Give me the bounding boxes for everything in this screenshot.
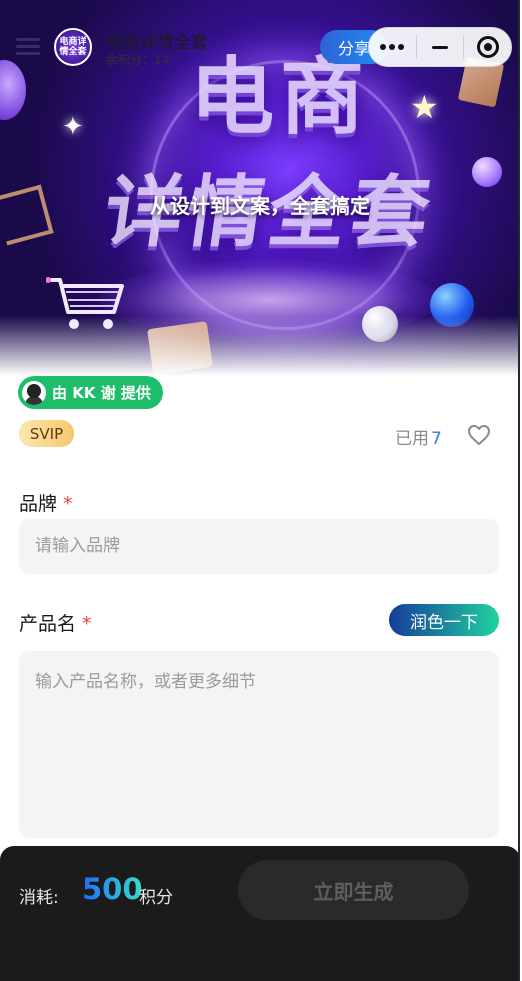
brand-label: 品牌 * <box>19 489 73 516</box>
more-dots-icon[interactable] <box>369 28 416 66</box>
brand-label-text: 品牌 <box>19 493 58 515</box>
heart-outline-icon[interactable] <box>467 424 491 446</box>
product-label-text: 产品名 <box>19 613 77 635</box>
minimize-icon[interactable] <box>417 28 464 66</box>
decor-purple-ring <box>0 60 26 120</box>
sparkle-star-icon: ✦ <box>62 112 84 142</box>
used-label: 已用 <box>395 429 429 449</box>
provider-avatar <box>22 380 46 405</box>
required-mark: * <box>82 613 92 635</box>
provider-badge[interactable]: 由 KK 谢 提供 <box>18 376 163 409</box>
cost-value: 500 <box>82 872 143 906</box>
product-placeholder: 输入产品名称，或者更多细节 <box>35 672 256 692</box>
cost-label: 消耗: <box>19 888 59 908</box>
decor-ball-icon <box>472 157 502 187</box>
provider-label: 由 KK 谢 提供 <box>52 384 151 402</box>
brand-input[interactable]: 请输入品牌 <box>19 519 499 574</box>
miniprogram-capsule <box>368 27 512 67</box>
usage-count: 已用 7 <box>395 424 442 449</box>
app-frame: ✦ ★ 电商 详情全套 从设计到文案，全套搞定 电商详情全套 电商详情全套 余积… <box>0 0 520 981</box>
svip-badge: SVIP <box>19 420 74 447</box>
product-textarea[interactable]: 输入产品名称，或者更多细节 <box>19 651 499 838</box>
brand-placeholder: 请输入品牌 <box>35 536 120 556</box>
remaining-points: 余积分：14 <box>106 53 170 67</box>
hero-fade <box>0 316 518 376</box>
close-target-icon[interactable] <box>464 28 511 66</box>
menu-icon[interactable] <box>16 38 40 58</box>
app-title: 电商详情全套 <box>106 33 208 53</box>
required-mark: * <box>63 493 73 515</box>
used-number: 7 <box>431 429 442 449</box>
hero-subtitle: 从设计到文案，全套搞定 <box>150 194 370 218</box>
cost-unit: 积分 <box>139 888 173 908</box>
product-label: 产品名 * <box>19 609 92 636</box>
app-logo[interactable]: 电商详情全套 <box>54 28 92 66</box>
polish-button[interactable]: 润色一下 <box>389 604 499 636</box>
generate-button[interactable]: 立即生成 <box>238 860 469 920</box>
